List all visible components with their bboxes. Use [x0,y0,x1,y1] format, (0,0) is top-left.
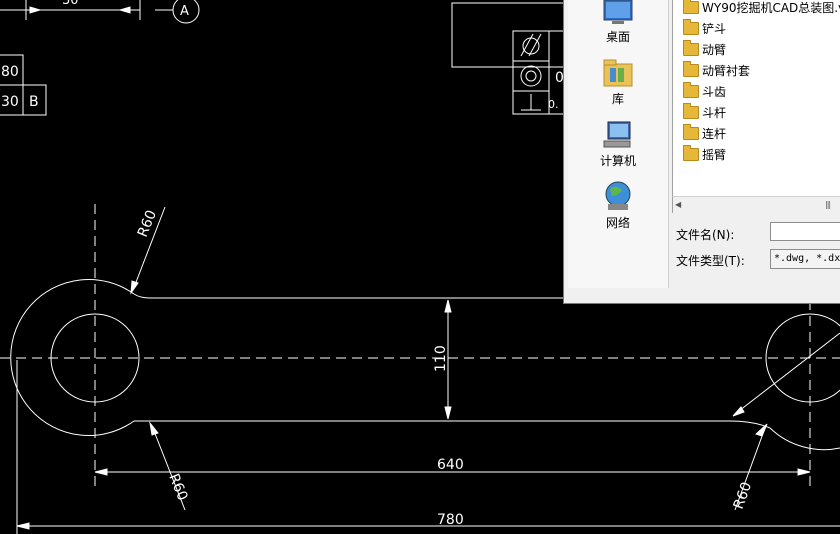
file-item-3-label: 动臂衬套 [702,63,751,78]
computer-icon [603,121,631,148]
filetype-label: 文件类型(T): [676,254,745,268]
folder-icon [683,60,699,77]
file-item-0-label: WY90挖掘机CAD总装图.v [702,0,840,15]
file-item-6-label: 连杆 [702,126,727,141]
dim-top-fragment-text: 30 [62,0,79,8]
places-bar: 桌面 库 计算机 网络 [568,0,669,288]
perpendicularity-symbol [521,94,541,111]
file-item-6[interactable]: 连杆 [683,123,727,142]
overall-length-dimension [16,360,840,534]
note-frame [451,2,565,68]
place-network[interactable]: 网络 [568,180,668,231]
filename-label: 文件名(N): [676,228,735,242]
file-item-4[interactable]: 斗齿 [683,81,727,100]
file-item-3[interactable]: 动臂衬套 [683,60,751,79]
place-desktop[interactable]: 桌面 [568,0,668,45]
file-item-7-label: 摇臂 [702,147,727,162]
file-dialog-body: 桌面 库 计算机 网络 WY90挖掘机CAD总装图.v 铲斗 动臂 动臂衬套 斗… [564,0,840,303]
scroll-left-icon[interactable]: ◀ [675,200,681,209]
filetype-select[interactable]: *.dwg, *.dxf [770,249,840,269]
file-dialog: 桌面 库 计算机 网络 WY90挖掘机CAD总装图.v 铲斗 动臂 动臂衬套 斗… [563,0,840,304]
library-icon [603,59,633,87]
file-item-1[interactable]: 铲斗 [683,18,727,37]
dim-center-distance-text: 640 [437,457,464,473]
concentricity-symbol [520,65,542,87]
place-computer[interactable]: 计算机 [568,120,668,169]
filename-input[interactable] [770,222,840,241]
file-list[interactable]: WY90挖掘机CAD总装图.v 铲斗 动臂 动臂衬套 斗齿 斗杆 连杆 摇臂 [672,0,840,196]
folder-icon [683,102,699,119]
fcf-right-row3-text: 0. [548,98,559,111]
file-item-5[interactable]: 斗杆 [683,102,727,121]
radius-label-bottom-right: R60 [731,480,755,511]
file-item-4-label: 斗齿 [702,84,727,99]
fcf-left-row2-datum: B [29,94,39,110]
file-list-hscrollbar[interactable]: ◀ ||| [672,196,840,213]
file-item-0[interactable]: WY90挖掘机CAD总装图.v [683,0,840,16]
file-item-2[interactable]: 动臂 [683,39,727,58]
folder-icon [683,0,699,14]
place-computer-label: 计算机 [599,154,636,168]
scroll-grip-icon[interactable]: ||| [825,200,831,209]
network-icon [605,181,631,210]
folder-icon [683,144,699,161]
file-item-2-label: 动臂 [702,42,727,57]
folder-icon [683,39,699,56]
fcf-left-row1-text: 80 [1,64,19,80]
file-item-7[interactable]: 摇臂 [683,144,727,163]
desktop-icon [603,0,633,24]
place-network-label: 网络 [605,216,630,230]
place-desktop-label: 桌面 [605,30,630,44]
datum-a-label: A [180,4,189,19]
cylindricity-symbol [520,33,542,57]
radius-label-top-left: R60 [135,208,160,240]
dim-overall-length-text: 780 [437,512,464,528]
link-outline [10,279,840,451]
radius-label-bottom-left: R60 [165,472,190,504]
place-library[interactable]: 库 [568,58,668,107]
place-library-label: 库 [611,92,624,106]
folder-icon [683,81,699,98]
fcf-left-row2-text: 30 [1,94,19,110]
folder-icon [683,123,699,140]
dim-height-text: 110 [433,345,449,372]
file-item-1-label: 铲斗 [702,21,727,36]
folder-icon [683,18,699,35]
file-item-5-label: 斗杆 [702,105,727,120]
datum-a-symbol [155,0,200,24]
